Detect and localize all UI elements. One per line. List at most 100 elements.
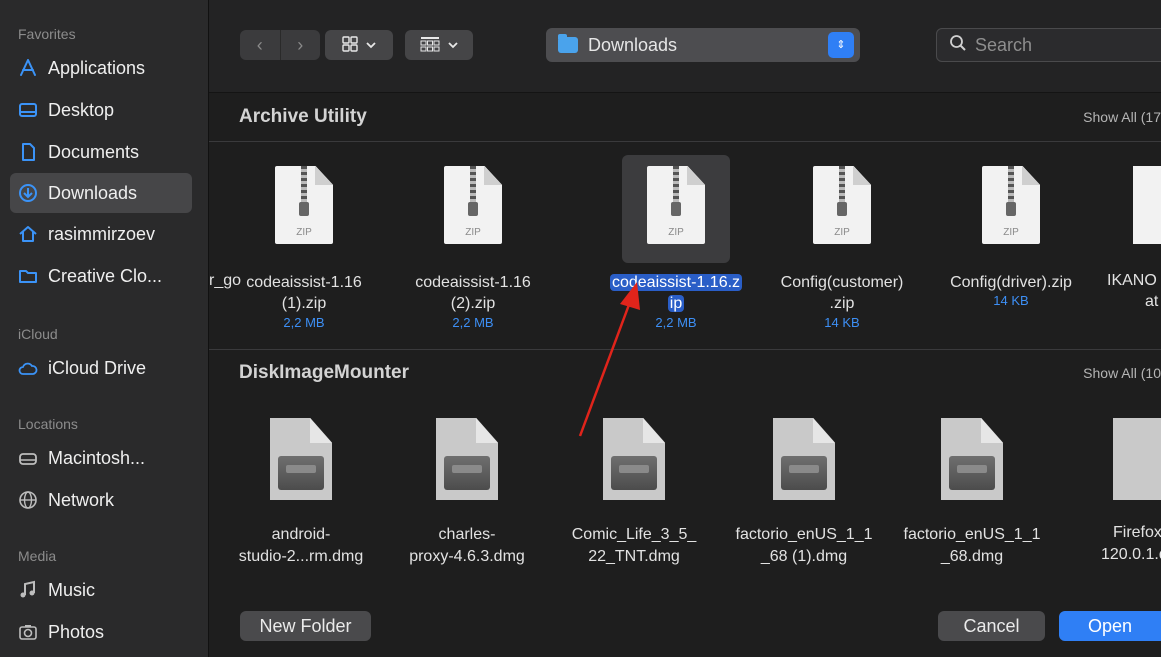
file-name: _68.dmg (940, 548, 1004, 565)
sidebar-item-label: Music (48, 579, 96, 600)
search-icon (949, 34, 967, 57)
file-name: IKANO (1107, 272, 1157, 289)
file-name: (1).zip (281, 295, 327, 312)
group-by-button[interactable] (405, 30, 473, 60)
disk-image-icon (941, 418, 1003, 500)
disk-image-icon (436, 418, 498, 500)
sidebar-item-documents[interactable]: Documents (10, 132, 192, 172)
sidebar-item-network[interactable]: Network (10, 480, 192, 520)
camera-icon (18, 622, 38, 642)
file-item-partial[interactable]: IKANO at (1103, 150, 1161, 340)
file-name: Firefox (1113, 524, 1161, 541)
downloads-folder-icon (558, 34, 578, 53)
sidebar-item-label: Photos (48, 621, 105, 642)
file-item[interactable]: ZIP codeaissist-1.16 (2).zip 2,2 MB (398, 150, 548, 340)
location-popup[interactable]: Downloads ⇕ (546, 28, 860, 62)
file-name: 120.0.1.d (1101, 546, 1161, 563)
section-title: Archive Utility (239, 106, 367, 127)
file-name: Config(driver).zip (950, 274, 1072, 291)
cloud-icon (18, 358, 38, 378)
location-label: Downloads (588, 34, 678, 55)
file-item[interactable]: ZIP Config(driver).zip 14 KB (936, 150, 1086, 340)
file-item[interactable]: ZIP codeaissist-1.16 (1).zip 2,2 MB (229, 150, 379, 340)
cancel-button[interactable]: Cancel (938, 611, 1045, 641)
file-name: factorio_enUS_1_1 (903, 526, 1041, 543)
sidebar-item-applications[interactable]: Applications (10, 48, 192, 88)
locations-heading: Locations (18, 416, 78, 432)
show-all-button[interactable]: Show All (17 (1083, 109, 1161, 125)
disk-image-icon (773, 418, 835, 500)
folder-icon (18, 266, 38, 286)
view-mode-button[interactable] (325, 30, 393, 60)
home-icon (18, 224, 38, 244)
file-item[interactable]: factorio_enUS_1_1 _68 (1).dmg (729, 410, 879, 580)
sidebar-item-label: Macintosh... (48, 447, 146, 468)
sidebar-item-home[interactable]: rasimmirzoev (10, 214, 192, 254)
icon-grid-icon (342, 35, 358, 55)
sidebar-item-icloud-drive[interactable]: iCloud Drive (10, 348, 192, 388)
sidebar-item-photos[interactable]: Photos (10, 612, 192, 652)
file-item-selected[interactable]: ZIP codeaissist-1.16.z ip 2,2 MB (601, 150, 751, 340)
downloads-icon (18, 183, 38, 203)
document-icon (18, 142, 38, 162)
search-field[interactable]: Search (936, 28, 1161, 62)
sidebar-item-label: iCloud Drive (48, 357, 147, 378)
desktop-icon (18, 100, 38, 120)
file-name: Comic_Life_3_5_ (571, 526, 697, 543)
media-heading: Media (18, 548, 57, 564)
zip-file-icon (1133, 166, 1161, 244)
file-name: (2).zip (450, 295, 496, 312)
file-name: codeaissist-1.16 (246, 274, 362, 291)
section-title: DiskImageMounter (239, 362, 409, 383)
applications-icon (18, 58, 38, 78)
chevron-down-icon (366, 38, 376, 52)
file-name: android- (271, 526, 331, 543)
file-name: ip (601, 293, 751, 314)
disk-image-icon (270, 418, 332, 500)
sidebar-item-label: Creative Clo... (48, 265, 163, 286)
sidebar: Favorites Applications Desktop Documents… (0, 0, 209, 657)
file-size: 2,2 MB (655, 315, 697, 330)
zip-file-icon: ZIP (813, 166, 871, 244)
file-item[interactable]: android- studio-2...rm.dmg (226, 410, 376, 580)
open-button[interactable]: Open (1059, 611, 1161, 641)
sidebar-item-label: Desktop (48, 99, 115, 120)
sidebar-item-label: Applications (48, 57, 146, 78)
music-icon (18, 580, 38, 600)
section-header-diskimagemounter: DiskImageMounter Show All (10 (209, 349, 1161, 397)
back-button[interactable]: ‹ (240, 30, 280, 60)
file-size: 2,2 MB (452, 315, 494, 330)
new-folder-button[interactable]: New Folder (240, 611, 371, 641)
sidebar-item-desktop[interactable]: Desktop (10, 90, 192, 130)
file-name: at (1145, 293, 1159, 310)
up-down-chevron-icon: ⇕ (828, 32, 854, 58)
file-size: 2,2 MB (283, 315, 325, 330)
divider (209, 141, 1161, 142)
sidebar-item-creative-cloud[interactable]: Creative Clo... (10, 256, 192, 296)
icloud-heading: iCloud (18, 326, 58, 342)
file-browser: ‹ › Downloads ⇕ Search Archive Utility S… (209, 0, 1161, 657)
section-header-archive-utility: Archive Utility Show All (17 (209, 93, 1161, 141)
favorites-heading: Favorites (18, 26, 76, 42)
file-item[interactable]: charles- proxy-4.6.3.dmg (392, 410, 542, 580)
file-name: studio-2...rm.dmg (238, 548, 364, 565)
sidebar-item-macintosh[interactable]: Macintosh... (10, 438, 192, 478)
file-item[interactable]: Comic_Life_3_5_ 22_TNT.dmg (559, 410, 709, 580)
zip-file-icon: ZIP (647, 166, 705, 244)
show-all-button[interactable]: Show All (10 (1083, 365, 1161, 381)
file-name-highlight: codeaissist-1.16.z (609, 274, 743, 291)
file-item-partial[interactable]: Firefox 120.0.1.d (1089, 410, 1161, 580)
disk-icon (18, 448, 38, 468)
sidebar-item-label: Downloads (48, 182, 138, 203)
file-item[interactable]: factorio_enUS_1_1 _68.dmg (897, 410, 1047, 580)
file-name: codeaissist-1.16 (415, 274, 531, 291)
file-item[interactable]: ZIP Config(customer) .zip 14 KB (767, 150, 917, 340)
file-size: 14 KB (993, 293, 1029, 308)
forward-button[interactable]: › (279, 30, 321, 60)
file-name: charles- (438, 526, 496, 543)
sidebar-item-music[interactable]: Music (10, 570, 192, 610)
sidebar-item-downloads[interactable]: Downloads (10, 173, 192, 213)
file-name-highlight: ip (667, 295, 685, 312)
file-name: Config(customer) (780, 274, 904, 291)
toolbar: ‹ › Downloads ⇕ Search (209, 0, 1161, 93)
